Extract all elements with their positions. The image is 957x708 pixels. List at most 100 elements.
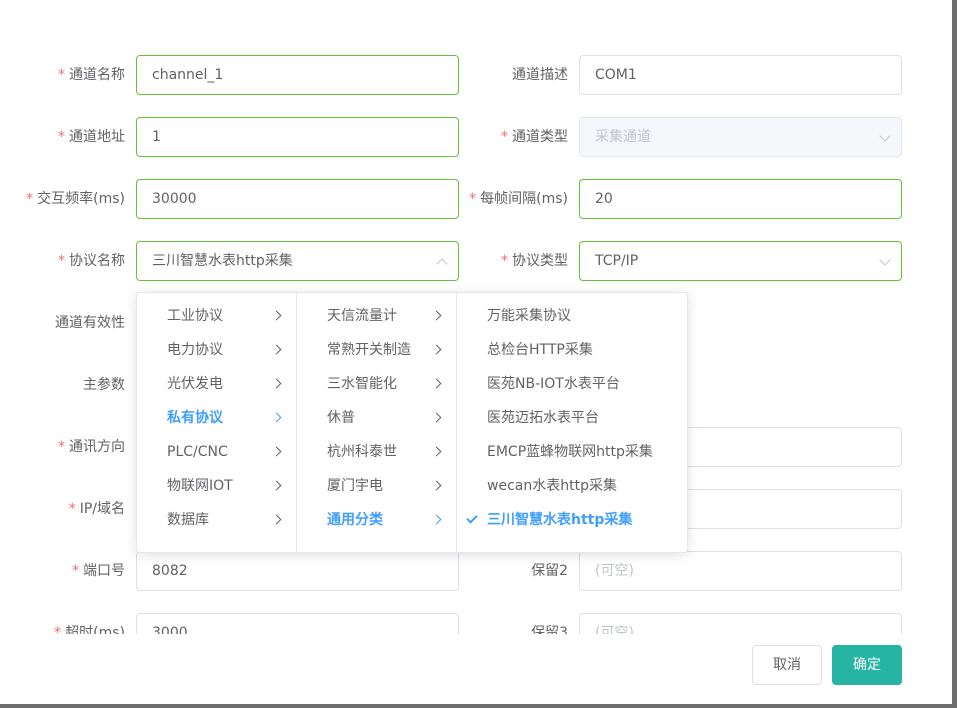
cascader-menu-level1: 工业协议 电力协议 光伏发电 私有协议 PLC/CNC 物联网IOT 数据库 — [137, 293, 297, 552]
confirm-button[interactable]: 确定 — [832, 645, 902, 685]
cascader-option-database[interactable]: 数据库 — [137, 503, 296, 537]
frame-interval-label: * 每帧间隔(ms) — [469, 191, 568, 207]
row-port: * 端口号 8082 保留2 (可空) — [0, 551, 952, 591]
cascader-option-iot[interactable]: 物联网IOT — [137, 469, 296, 503]
main-params-label: 主参数 — [83, 377, 125, 393]
reserve3-placeholder: (可空) — [595, 625, 634, 634]
chevron-down-icon — [879, 130, 891, 142]
chevron-right-icon — [431, 480, 442, 491]
chevron-right-icon — [431, 310, 442, 321]
option-label: 医苑NB-IOT水表平台 — [487, 376, 620, 392]
protocol-name-cascader-input[interactable]: 三川智慧水表http采集 — [136, 241, 459, 281]
row-protocol-name: * 协议名称 三川智慧水表http采集 * 协议类型 TCP/IP — [0, 241, 952, 281]
option-label: 万能采集协议 — [487, 308, 571, 324]
option-label: 物联网IOT — [167, 478, 233, 494]
row-interact-freq: * 交互频率(ms) 30000 * 每帧间隔(ms) 20 — [0, 179, 952, 219]
option-label: 总检台HTTP采集 — [487, 342, 593, 358]
option-label: 常熟开关制造 — [327, 342, 411, 358]
option-label: 工业协议 — [167, 308, 223, 324]
option-label: 电力协议 — [167, 342, 223, 358]
option-label: 杭州科泰世 — [327, 444, 397, 460]
option-label: 休普 — [327, 410, 355, 426]
chevron-right-icon — [271, 310, 282, 321]
chevron-right-icon — [431, 446, 442, 457]
protocol-type-label: * 协议类型 — [501, 253, 568, 269]
chevron-right-icon — [271, 480, 282, 491]
cascader-option-selected[interactable]: 三川智慧水表http采集 — [457, 503, 687, 537]
cascader-option-protocol[interactable]: EMCP蓝蜂物联网http采集 — [457, 435, 687, 469]
cascader-option-vendor[interactable]: 休普 — [297, 401, 456, 435]
cascader-option-industrial[interactable]: 工业协议 — [137, 299, 296, 333]
option-label: 光伏发电 — [167, 376, 223, 392]
cascader-option-protocol[interactable]: wecan水表http采集 — [457, 469, 687, 503]
interact-freq-label: * 交互频率(ms) — [26, 191, 125, 207]
cascader-option-general[interactable]: 通用分类 — [297, 503, 456, 537]
channel-addr-input[interactable]: 1 — [136, 117, 459, 157]
cascader-option-vendor[interactable]: 厦门宇电 — [297, 469, 456, 503]
chevron-right-icon — [271, 344, 282, 355]
frame-interval-input[interactable]: 20 — [579, 179, 902, 219]
cascader-option-vendor[interactable]: 天信流量计 — [297, 299, 456, 333]
option-label: PLC/CNC — [167, 444, 228, 460]
channel-type-label: * 通道类型 — [501, 129, 568, 145]
cascader-option-vendor[interactable]: 杭州科泰世 — [297, 435, 456, 469]
check-icon — [466, 512, 478, 524]
cascader-option-private[interactable]: 私有协议 — [137, 401, 296, 435]
channel-name-input[interactable]: channel_1 — [136, 55, 459, 95]
channel-type-select: 采集通道 — [579, 117, 902, 157]
cancel-button[interactable]: 取消 — [752, 645, 822, 685]
chevron-right-icon — [431, 378, 442, 389]
timeout-label: * 超时(ms) — [54, 625, 125, 634]
option-label: 数据库 — [167, 512, 209, 528]
chevron-right-icon — [271, 378, 282, 389]
cascader-option-protocol[interactable]: 万能采集协议 — [457, 299, 687, 333]
form-scroll-area[interactable]: * 通道名称 channel_1 通道描述 COM1 * 通道地址 1 * 通道类型 … — [0, 0, 952, 634]
protocol-name-value: 三川智慧水表http采集 — [152, 253, 293, 269]
chevron-right-icon — [431, 412, 442, 423]
row-channel-addr: * 通道地址 1 * 通道类型 采集通道 — [0, 117, 952, 157]
reserve2-input[interactable]: (可空) — [579, 551, 902, 591]
timeout-input[interactable]: 3000 — [136, 613, 459, 634]
chevron-right-icon — [271, 446, 282, 457]
ip-domain-label: * IP/域名 — [68, 501, 125, 517]
reserve3-label: 保留3 — [531, 625, 568, 634]
chevron-right-icon — [431, 344, 442, 355]
chevron-down-icon — [879, 254, 891, 266]
port-input[interactable]: 8082 — [136, 551, 459, 591]
cascader-option-protocol[interactable]: 医苑迈拓水表平台 — [457, 401, 687, 435]
cascader-menu-level2: 天信流量计 常熟开关制造 三水智能化 休普 杭州科泰世 厦门宇电 通用分类 — [297, 293, 457, 552]
validity-label: 通道有效性 — [55, 315, 125, 331]
protocol-type-value: TCP/IP — [595, 253, 639, 269]
protocol-cascader-dropdown: 工业协议 电力协议 光伏发电 私有协议 PLC/CNC 物联网IOT 数据库 天… — [136, 292, 688, 553]
interact-freq-input[interactable]: 30000 — [136, 179, 459, 219]
row-channel-name: * 通道名称 channel_1 通道描述 COM1 — [0, 55, 952, 95]
protocol-type-select[interactable]: TCP/IP — [579, 241, 902, 281]
cascader-option-protocol[interactable]: 医苑NB-IOT水表平台 — [457, 367, 687, 401]
dialog-footer: 取消 确定 — [0, 634, 952, 704]
channel-name-label: * 通道名称 — [58, 67, 125, 83]
reserve2-placeholder: (可空) — [595, 563, 634, 579]
option-label: EMCP蓝蜂物联网http采集 — [487, 444, 653, 460]
channel-desc-label: 通道描述 — [512, 67, 568, 83]
dialog-bottom-edge — [0, 704, 957, 708]
channel-desc-input[interactable]: COM1 — [579, 55, 902, 95]
cascader-option-vendor[interactable]: 三水智能化 — [297, 367, 456, 401]
row-timeout: * 超时(ms) 3000 保留3 (可空) — [0, 613, 952, 634]
cascader-option-solar[interactable]: 光伏发电 — [137, 367, 296, 401]
option-label: 私有协议 — [167, 410, 223, 426]
option-label: 医苑迈拓水表平台 — [487, 410, 599, 426]
channel-type-value: 采集通道 — [595, 129, 651, 145]
cascader-option-protocol[interactable]: 总检台HTTP采集 — [457, 333, 687, 367]
cascader-option-vendor[interactable]: 常熟开关制造 — [297, 333, 456, 367]
page-scrollbar[interactable] — [952, 0, 957, 708]
option-label: 通用分类 — [327, 512, 383, 528]
cascader-option-power[interactable]: 电力协议 — [137, 333, 296, 367]
direction-label: * 通讯方向 — [58, 439, 125, 455]
chevron-right-icon — [431, 514, 442, 525]
chevron-right-icon — [271, 514, 282, 525]
cascader-menu-level3: 万能采集协议 总检台HTTP采集 医苑NB-IOT水表平台 医苑迈拓水表平台 E… — [457, 293, 687, 552]
option-label: 三川智慧水表http采集 — [487, 512, 633, 528]
option-label: wecan水表http采集 — [487, 478, 617, 494]
reserve3-input[interactable]: (可空) — [579, 613, 902, 634]
cascader-option-plc-cnc[interactable]: PLC/CNC — [137, 435, 296, 469]
